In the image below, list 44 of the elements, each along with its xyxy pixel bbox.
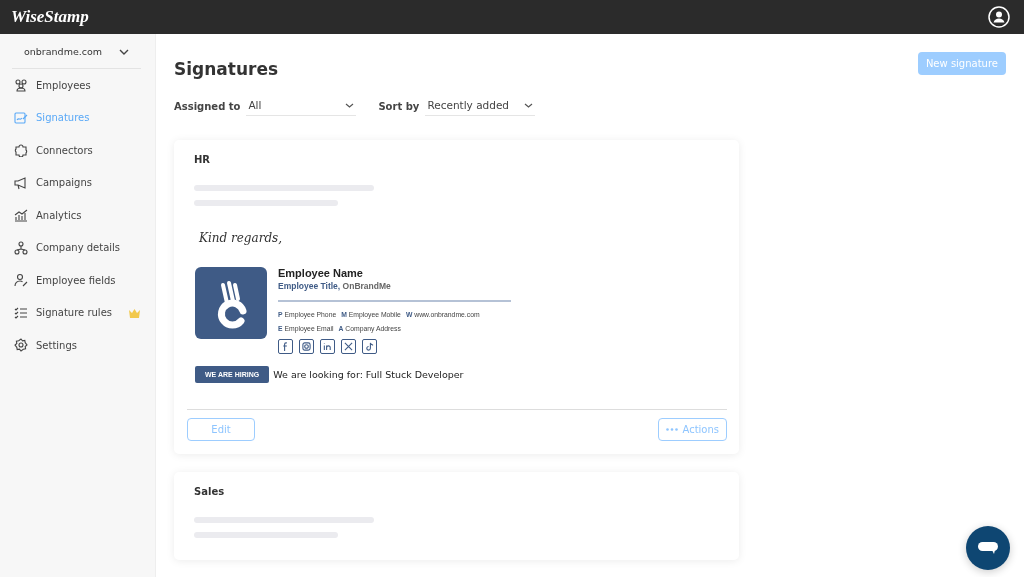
list-icon xyxy=(14,305,28,320)
chat-button[interactable] xyxy=(966,526,1010,570)
user-avatar-icon[interactable] xyxy=(988,6,1010,28)
instagram-icon[interactable] xyxy=(299,339,314,354)
more-icon xyxy=(666,428,679,431)
sidebar-item[interactable]: Company details xyxy=(0,231,155,264)
closing-text: Kind regards, xyxy=(199,231,284,245)
card-title: Sales xyxy=(194,486,226,497)
sidebar-item[interactable]: Employee fields xyxy=(0,264,155,297)
sidebar-item[interactable]: Analytics xyxy=(0,199,155,232)
linkedin-icon[interactable] xyxy=(320,339,335,354)
facebook-icon[interactable] xyxy=(278,339,293,354)
tiktok-icon[interactable] xyxy=(362,339,377,354)
logo[interactable]: WiseStamp xyxy=(11,7,89,27)
org-icon xyxy=(14,240,28,255)
person-edit-icon xyxy=(14,273,28,288)
chevron-down-icon xyxy=(119,48,129,55)
employee-title: Employee Title, xyxy=(278,281,341,291)
chat-bubble-icon xyxy=(977,541,999,555)
filter-label: Assigned to xyxy=(174,100,241,112)
account-selector[interactable]: onbrandme.com xyxy=(12,42,141,69)
sidebar-item[interactable]: Connectors xyxy=(0,134,155,167)
chevron-down-icon xyxy=(345,102,355,108)
card-title: HR xyxy=(194,154,212,165)
page-title: Signatures xyxy=(174,59,279,79)
people-icon xyxy=(14,78,28,93)
puzzle-icon xyxy=(14,143,28,158)
sidebar-item[interactable]: Signature rules xyxy=(0,296,155,329)
company-logo xyxy=(195,267,267,339)
sidebar-item[interactable]: Campaigns xyxy=(0,166,155,199)
banner-text: We are looking for: Full Stuck Developer xyxy=(273,369,464,380)
employee-name: Employee Name xyxy=(278,267,364,279)
filter-label: Sort by xyxy=(378,100,420,112)
chart-icon xyxy=(14,208,28,223)
sidebar-item[interactable]: Employees xyxy=(0,69,155,102)
megaphone-icon xyxy=(14,175,28,190)
gear-icon xyxy=(14,338,28,353)
sidebar-item[interactable]: Settings xyxy=(0,329,155,362)
signature-icon xyxy=(14,110,28,125)
filter-dropdown[interactable]: All xyxy=(246,96,357,116)
chevron-down-icon xyxy=(524,102,534,108)
company-name: OnBrandMe xyxy=(342,281,391,291)
filter-dropdown[interactable]: Recently added xyxy=(425,96,536,116)
x-icon[interactable] xyxy=(341,339,356,354)
